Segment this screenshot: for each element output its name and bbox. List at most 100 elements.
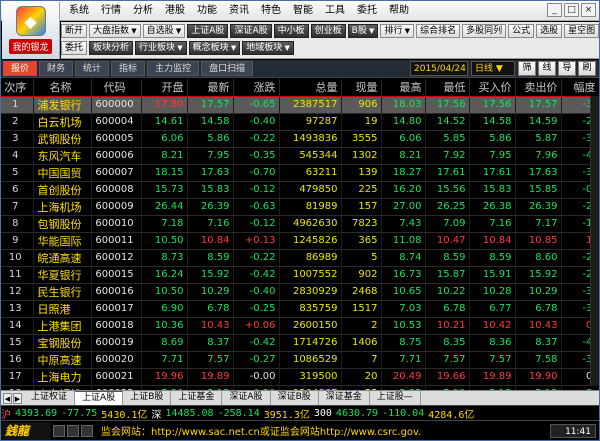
bid-price: 10.84 — [469, 232, 516, 250]
index-value: 深 — [151, 409, 162, 421]
side-button[interactable]: 导 — [558, 61, 576, 76]
column-header[interactable]: 最高 — [381, 79, 426, 97]
app-logo[interactable]: ◆ 我的银龙 — [2, 2, 60, 59]
table-row[interactable]: 13 日照港 600017 6.90 6.78 -0.25 835759 1517 7.03 6.… — [1, 300, 599, 318]
menu-item[interactable]: 分析 — [127, 4, 159, 18]
tab-2[interactable]: 统计 — [75, 61, 110, 76]
table-row[interactable]: 7 上海机场 600009 26.44 26.39 -0.63 81989 157 27.00 2… — [1, 198, 599, 216]
market-tab[interactable]: 上证股— — [370, 391, 421, 405]
column-header[interactable]: 最低 — [425, 79, 470, 97]
menu-item[interactable]: 工具 — [319, 4, 351, 18]
tab-4[interactable]: 主力监控 — [147, 61, 200, 76]
column-header[interactable]: 现量 — [341, 79, 382, 97]
toolbar-button[interactable]: B股 ▼ — [347, 24, 379, 38]
menu-item[interactable]: 行情 — [95, 4, 127, 18]
table-row[interactable]: 17 上海电力 600021 19.96 19.89 -0.00 319500 20 20.49… — [1, 368, 599, 386]
scroll-right-icon[interactable]: ▶ — [13, 392, 22, 404]
table-row[interactable]: 10 皖通高速 600012 8.73 8.59 -0.22 86989 5 8.74 8.59 8… — [1, 249, 599, 267]
menu-item[interactable]: 系统 — [63, 4, 95, 18]
table-row[interactable]: 2 白云机场 600004 14.61 14.58 -0.40 97287 19 14.80 14… — [1, 113, 599, 131]
high-price: 18.27 — [381, 164, 426, 182]
market-tab[interactable]: 深证基金 — [319, 391, 370, 405]
scroll-left-icon[interactable]: ◀ — [3, 392, 12, 404]
market-tab[interactable]: 上证B股 — [123, 391, 172, 405]
stock-code: 600000 — [91, 96, 142, 114]
table-row[interactable]: 11 华夏银行 600015 16.24 15.92 -0.42 1007552 902 16.… — [1, 266, 599, 284]
market-tab[interactable]: 上证A股 — [75, 391, 124, 405]
toolbar-button[interactable]: 大盘指数 ▼ — [89, 24, 141, 38]
toolbar-button[interactable]: 选股 — [536, 24, 563, 38]
table-row[interactable]: 14 上港集团 600018 10.36 10.43 +0.06 2600150 2 10.53… — [1, 317, 599, 335]
tab-3[interactable]: 指标 — [111, 61, 146, 76]
side-button[interactable]: 线 — [538, 61, 556, 76]
menu-item[interactable]: 港股 — [159, 4, 191, 18]
market-tab[interactable]: 深证A股 — [222, 391, 271, 405]
side-button[interactable]: 刷 — [578, 61, 596, 76]
toolbar-button[interactable]: 综合排名 — [416, 24, 461, 38]
toolbar-button[interactable]: 深证A股 — [230, 24, 272, 38]
column-header[interactable]: 涨跌 — [233, 79, 280, 97]
toolbar-button[interactable]: 公式 — [508, 24, 535, 38]
toolbar-button[interactable]: 自选股 ▼ — [142, 24, 186, 38]
table-row[interactable]: 12 民生银行 600016 10.50 10.29 -0.40 2830929 2468 10… — [1, 283, 599, 301]
table-row[interactable]: 8 包钢股份 600010 7.18 7.16 -0.12 4962630 7823 7.43 7… — [1, 215, 599, 233]
period-select[interactable]: 日线 ▼ — [471, 61, 515, 76]
maximize-icon[interactable]: □ — [564, 3, 579, 17]
tab-0[interactable]: 报价 — [3, 61, 38, 76]
bid-price: 7.57 — [469, 351, 516, 369]
column-header[interactable]: 名称 — [33, 79, 92, 97]
menu-item[interactable]: 帮助 — [383, 4, 415, 18]
column-header[interactable]: 次序 — [1, 79, 34, 97]
toolbar-button[interactable]: 中小板 — [273, 24, 309, 38]
menu-item[interactable]: 功能 — [191, 4, 223, 18]
connection-icon[interactable] — [53, 424, 65, 437]
vertical-scrollbar[interactable] — [590, 96, 599, 386]
close-icon[interactable]: × — [581, 3, 596, 17]
table-row[interactable]: 6 首创股份 600008 15.73 15.83 -0.12 479850 225 16.20… — [1, 181, 599, 199]
menu-item[interactable]: 资讯 — [223, 4, 255, 18]
table-row[interactable]: 4 东风汽车 600006 8.21 7.95 -0.35 545344 1302 8.21 7.… — [1, 147, 599, 165]
market-tab[interactable]: 上证基金 — [171, 391, 223, 405]
low-price: 15.56 — [425, 181, 470, 199]
alert-icon[interactable] — [67, 424, 79, 437]
column-header[interactable]: 幅度 — [561, 79, 599, 97]
toolbar-button[interactable]: 行业板块 ▼ — [135, 41, 187, 55]
side-button[interactable]: 筛 — [518, 61, 536, 76]
tab-5[interactable]: 盘口扫描 — [201, 61, 254, 76]
date-field[interactable]: 2015/04/24 — [410, 61, 468, 76]
table-row[interactable]: 3 武钢股份 600005 6.06 5.86 -0.22 1493836 3555 6.06 5… — [1, 130, 599, 148]
minimize-icon[interactable]: _ — [547, 3, 562, 17]
menu-item[interactable]: 特色 — [255, 4, 287, 18]
table-row[interactable]: 1 浦发银行 600000 17.80 17.57 -0.65 2387517 906 18.0… — [1, 96, 599, 114]
toolbar-button[interactable]: 断开 — [61, 24, 88, 38]
column-header[interactable]: 开盘 — [141, 79, 188, 97]
column-header[interactable]: 卖出价 — [515, 79, 562, 97]
toolbar-button[interactable]: 概念板块 ▼ — [188, 41, 241, 55]
toolbar-button[interactable]: 委托 — [61, 41, 88, 55]
column-header[interactable]: 最新 — [187, 79, 234, 97]
menu-item[interactable]: 智能 — [287, 4, 319, 18]
toolbar-button[interactable]: 地域板块 ▼ — [242, 41, 294, 55]
last-price: 19.89 — [187, 368, 234, 386]
table-row[interactable]: 15 宝钢股份 600019 8.69 8.37 -0.42 1714726 1406 8.75… — [1, 334, 599, 352]
column-header[interactable]: 买入价 — [469, 79, 516, 97]
low-price: 5.85 — [425, 130, 470, 148]
news-ticker[interactable]: 监会网站：http://www.sac.net.cn或证监会网站http://w… — [93, 423, 550, 438]
column-header[interactable]: 代码 — [91, 79, 142, 97]
tab-1[interactable]: 财务 — [39, 61, 74, 76]
column-header[interactable]: 总量 — [279, 79, 342, 97]
toolbar-button[interactable]: 创业板 — [310, 24, 346, 38]
menu-item[interactable]: 委托 — [351, 4, 383, 18]
toolbar-button[interactable]: 多股同列 — [462, 24, 507, 38]
message-icon[interactable] — [81, 424, 93, 437]
table-row[interactable]: 5 中国国贸 600007 18.15 17.63 -0.70 63211 139 18.27 1… — [1, 164, 599, 182]
ask-price: 6.78 — [515, 300, 562, 318]
table-row[interactable]: 16 中原高速 600020 7.71 7.57 -0.27 1086529 7 7.71 7.5… — [1, 351, 599, 369]
toolbar-button[interactable]: 板块分析 — [89, 41, 134, 55]
market-tab[interactable]: 上证权证 — [24, 391, 76, 405]
toolbar-button[interactable]: 星空图 — [564, 24, 600, 38]
table-row[interactable]: 9 华能国际 600011 10.50 10.84 +0.13 1245826 365 11.0… — [1, 232, 599, 250]
toolbar-button[interactable]: 排行 ▼ — [380, 24, 415, 38]
toolbar-button[interactable]: 上证A股 — [187, 24, 229, 38]
market-tab[interactable]: 深证B股 — [271, 391, 319, 405]
